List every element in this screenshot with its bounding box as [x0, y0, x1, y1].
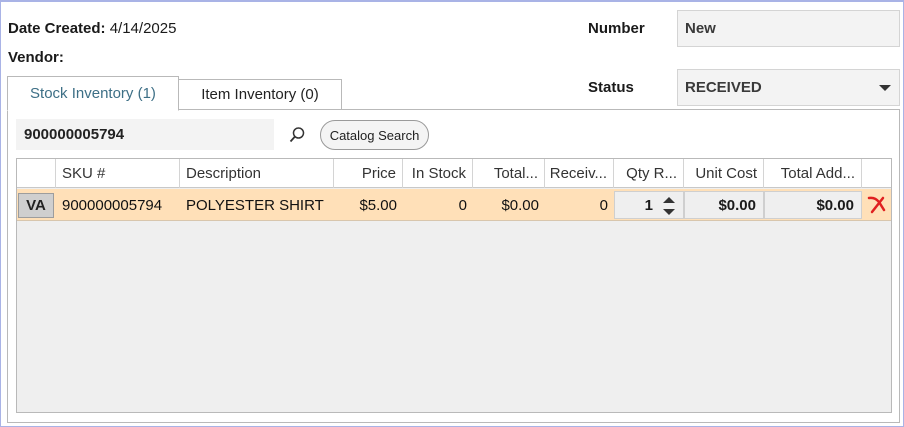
received-cell: 0 [599, 196, 608, 214]
date-created-label: Date Created: [8, 20, 106, 37]
search-button[interactable] [282, 120, 312, 149]
column-header-received[interactable]: Receiv... [545, 159, 614, 188]
total-cell: $0.00 [501, 196, 539, 214]
stepper-arrows-icon[interactable] [662, 195, 676, 217]
sku-search-value: 900000005794 [24, 126, 125, 143]
chevron-down-icon [879, 85, 891, 91]
number-label: Number [588, 20, 645, 37]
column-header-price[interactable]: Price [334, 159, 403, 188]
number-value: New [685, 20, 716, 37]
tab-stock-inventory[interactable]: Stock Inventory (1) [7, 76, 179, 111]
row-header-cell[interactable]: VA [18, 193, 54, 218]
catalog-search-button[interactable]: Catalog Search [320, 120, 429, 150]
date-created: Date Created: 4/14/2025 [8, 20, 176, 37]
number-field[interactable]: New [677, 10, 900, 47]
column-header-total-add[interactable]: Total Add... [764, 159, 862, 188]
qty-value: 1 [644, 196, 653, 214]
tab-label: Stock Inventory (1) [30, 85, 156, 102]
description-cell: POLYESTER SHIRT [186, 196, 324, 214]
price-cell: $5.00 [359, 196, 397, 214]
column-header-actions [862, 159, 891, 188]
grid-header: SKU # Description Price In Stock Total..… [17, 159, 891, 188]
inventory-grid: SKU # Description Price In Stock Total..… [16, 158, 892, 413]
status-label: Status [588, 79, 634, 96]
sku-cell: 900000005794 [62, 196, 163, 214]
status-value: RECEIVED [685, 79, 762, 96]
header-corner [17, 159, 56, 188]
total-add-field[interactable]: $0.00 [764, 191, 862, 219]
catalog-search-label: Catalog Search [329, 127, 420, 143]
sku-search-input[interactable]: 900000005794 [16, 119, 274, 150]
tab-label: Item Inventory (0) [201, 86, 319, 103]
vendor-label: Vendor: [8, 49, 64, 66]
status-dropdown[interactable]: RECEIVED [677, 69, 900, 106]
column-header-sku[interactable]: SKU # [56, 159, 180, 188]
date-created-value: 4/14/2025 [109, 20, 177, 37]
delete-row-button[interactable] [866, 195, 888, 215]
column-header-description[interactable]: Description [180, 159, 334, 188]
tab-item-inventory[interactable]: Item Inventory (0) [178, 79, 342, 110]
column-header-in-stock[interactable]: In Stock [403, 159, 473, 188]
search-icon [289, 126, 305, 142]
in-stock-cell: 0 [458, 196, 467, 214]
column-header-qty[interactable]: Qty R... [614, 159, 684, 188]
unit-cost-field[interactable]: $0.00 [684, 191, 764, 219]
delete-icon [867, 196, 886, 214]
table-row[interactable]: VA 900000005794 POLYESTER SHIRT $5.00 0 … [17, 189, 891, 221]
column-header-unit-cost[interactable]: Unit Cost [684, 159, 764, 188]
column-header-total[interactable]: Total... [473, 159, 545, 188]
